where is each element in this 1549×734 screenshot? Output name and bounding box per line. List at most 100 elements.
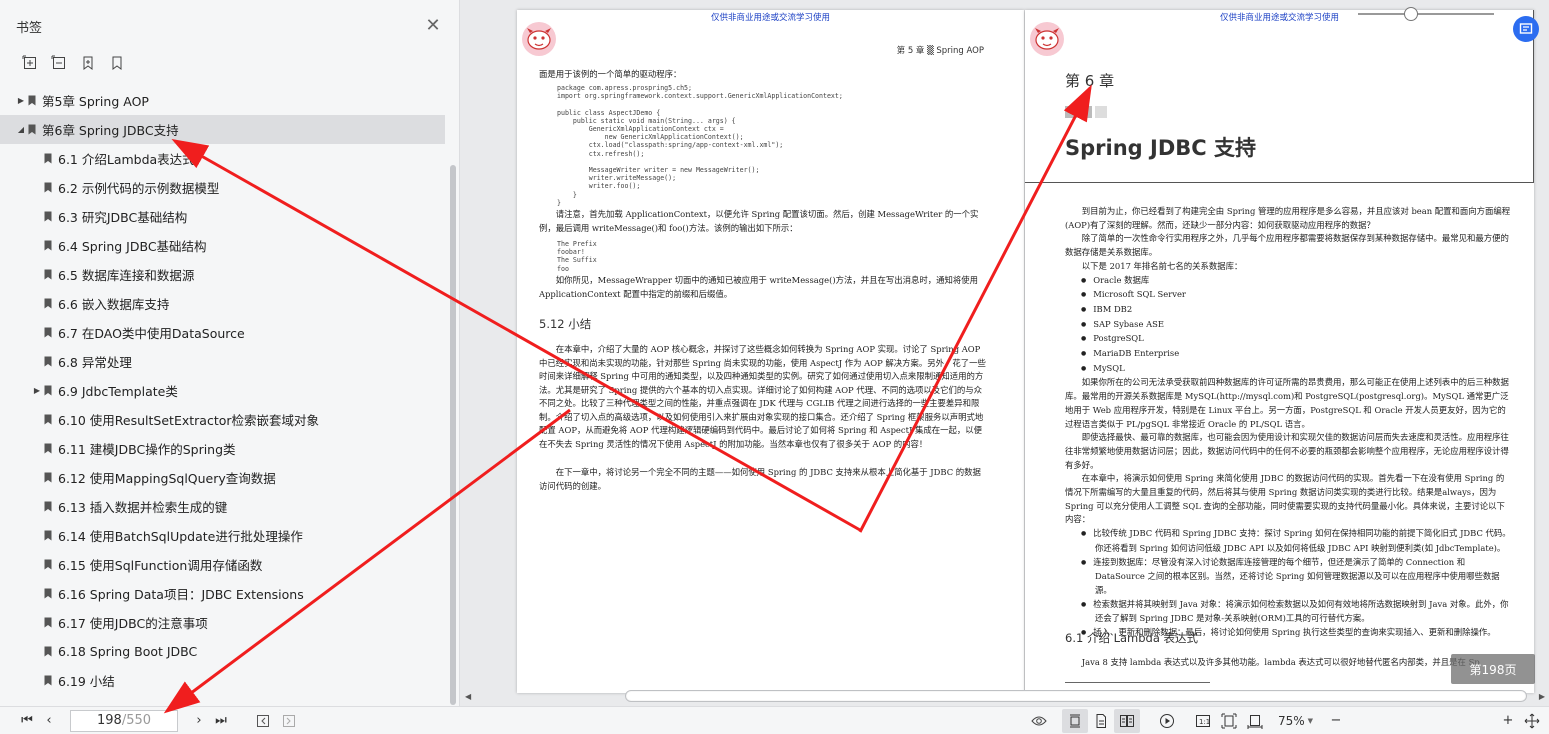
bookmark-label: 6.6 嵌入数据库支持 [58,297,170,312]
bookmark-icon [44,472,52,483]
bookmark-item[interactable]: ▶6.18 Spring Boot JDBC [0,637,447,666]
play-icon[interactable] [1154,709,1180,733]
publisher-logo-icon [1030,22,1064,56]
bookmark-item[interactable]: ▶6.10 使用ResultSetExtractor检索嵌套域对象 [0,405,447,434]
eye-icon[interactable] [1026,709,1052,733]
prev-page-icon[interactable]: ‹ [38,710,60,732]
scroll-right-icon[interactable]: ▶ [1539,692,1545,701]
section-heading: 5.12 小结 [539,317,592,331]
list-item: IBM DB2 [1081,303,1512,318]
running-header: 第 5 章 ▒ Spring AOP [896,46,984,56]
publisher-logo-icon [522,22,556,56]
collapse-all-icon[interactable] [51,55,67,71]
bookmark-item[interactable]: ▶6.12 使用MappingSqlQuery查询数据 [0,463,447,492]
bookmark-icon [44,588,52,599]
bookmark-item[interactable]: ▶6.6 嵌入数据库支持 [0,289,447,318]
bookmark-icon [44,559,52,570]
list-item: MySQL [1081,362,1512,377]
page-indicator-badge: 第198页 [1451,654,1535,684]
horizontal-scrollbar[interactable] [625,690,1527,702]
bookmark-icon [44,385,52,396]
expanded-triangle-icon[interactable]: ◢ [16,125,26,134]
reader-mode-icon[interactable] [1513,16,1539,42]
topic-list: 比较传统 JDBC 代码和 Spring JDBC 支持：探讨 Spring 如… [1065,527,1512,641]
bookmark-item[interactable]: ▶6.7 在DAO类中使用DataSource [0,318,447,347]
bookmark-label: 6.3 研究JDBC基础结构 [58,210,188,225]
bookmark-item[interactable]: ▶6.3 研究JDBC基础结构 [0,202,447,231]
output-listing: The Prefix foobar! The Suffix foo [557,240,597,273]
bookmark-item[interactable]: ▶6.15 使用SqlFunction调用存储函数 [0,550,447,579]
double-page-icon[interactable] [1113,708,1140,733]
document-view: 仅供非商业用途或交流学习使用 第 5 章 ▒ Spring AOP 面是用于该例… [461,0,1549,706]
bookmark-item[interactable]: ▶6.2 示例代码的示例数据模型 [0,173,447,202]
bookmark-label: 6.9 JdbcTemplate类 [58,384,178,399]
chapter-decoration [1065,106,1107,118]
chapter-rule [1025,182,1534,183]
last-page-icon[interactable]: ⏭ [210,710,232,732]
fullscreen-icon[interactable] [1519,709,1545,733]
bookmark-item[interactable]: ▶6.11 建模JDBC操作的Spring类 [0,434,447,463]
sidebar-header: 书签 ✕ [0,0,459,52]
paragraph: 如你所见，MessageWrapper 切面中的通知已被应用于 writeMes… [539,275,978,299]
bookmark-icon [28,95,36,106]
bookmark-item[interactable]: ▶6.13 插入数据并检索生成的键 [0,492,447,521]
bookmark-label: 6.19 小结 [58,674,115,689]
bookmark-label: 6.11 建模JDBC操作的Spring类 [58,442,236,457]
bookmark-label: 6.8 异常处理 [58,355,132,370]
bookmark-icon[interactable] [109,55,125,71]
bookmark-icon [44,211,52,222]
bookmark-label: 6.13 插入数据并检索生成的键 [58,500,228,515]
bookmark-item[interactable]: ◢ 第6章 Spring JDBC支持 [0,115,445,144]
chapter-body: 到目前为止，你已经看到了构建完全由 Spring 管理的应用程序是多么容易，并且… [1065,205,1512,641]
single-page-icon[interactable] [1061,708,1088,733]
sidebar-scrollbar[interactable] [450,165,456,705]
actual-size-icon[interactable]: 1:1 [1190,709,1216,733]
page-197: 仅供非商业用途或交流学习使用 第 5 章 ▒ Spring AOP 面是用于该例… [517,10,1024,693]
page-198: 仅供非商业用途或交流学习使用 第 6 章 Spring JDBC 支持 到目前为… [1025,10,1534,693]
section-heading: 6.1 介绍 Lambda 表达式 [1065,631,1199,645]
zoom-out-button[interactable]: − [1325,710,1347,732]
bookmark-item[interactable]: ▶6.4 Spring JDBC基础结构 [0,231,447,260]
zoom-slider-knob[interactable] [1404,7,1419,21]
bookmark-item[interactable]: ▶6.16 Spring Data项目：JDBC Extensions [0,579,447,608]
zoom-dropdown[interactable]: 75% ▼ [1278,714,1313,728]
bookmark-label: 第5章 Spring AOP [42,94,149,109]
back-icon[interactable] [250,709,276,733]
expand-all-icon[interactable] [22,55,38,71]
zoom-slider-track[interactable] [1358,13,1494,15]
collapsed-triangle-icon[interactable]: ▶ [16,96,26,105]
paragraph: 在下一章中，将讨论另一个完全不同的主题——如何使用 Spring 的 JDBC … [539,467,981,491]
bookmark-item[interactable]: ▶6.5 数据库连接和数据源 [0,260,447,289]
bookmark-item[interactable]: ▶ 第5章 Spring AOP [0,86,447,115]
bookmark-item[interactable]: ▶6.14 使用BatchSqlUpdate进行批处理操作 [0,521,447,550]
bookmark-label: 6.10 使用ResultSetExtractor检索嵌套域对象 [58,413,320,428]
continuous-page-icon[interactable] [1088,709,1114,733]
intro-text: 面是用于该例的一个简单的驱动程序： [539,69,682,79]
bookmark-sidebar: 书签 ✕ ▶第5章 Spring AOP◢第6章 Spring JDBC支持▶6… [0,0,460,706]
first-page-icon[interactable]: ⏮ [16,710,38,732]
chevron-down-icon: ▼ [1307,716,1313,725]
collapsed-triangle-icon[interactable]: ▶ [32,386,42,395]
bookmark-icon [44,501,52,512]
bookmark-item[interactable]: ▶6.8 异常处理 [0,347,447,376]
zoom-in-button[interactable]: + [1497,710,1519,732]
fit-width-icon[interactable] [1242,709,1268,733]
bookmark-item[interactable]: ▶6.17 使用JDBC的注意事项 [0,608,447,637]
forward-icon[interactable] [276,709,302,733]
add-bookmark-icon[interactable] [80,55,96,71]
scroll-thumb[interactable] [627,692,1525,700]
bookmark-item[interactable]: ▶6.19 小结 [0,666,447,695]
list-item: 比较传统 JDBC 代码和 Spring JDBC 支持：探讨 Spring 如… [1081,527,1512,555]
bookmark-item[interactable]: ▶6.1 介绍Lambda表达式 [0,144,447,173]
page-number-input[interactable]: 198/550 [70,709,178,732]
chapter-title: Spring JDBC 支持 [1065,136,1256,160]
bookmark-icon [44,298,52,309]
close-icon[interactable]: ✕ [423,16,443,36]
bookmark-icon [44,414,52,425]
bookmark-item[interactable]: ▶ 6.9 JdbcTemplate类 [0,376,447,405]
next-page-icon[interactable]: › [188,710,210,732]
list-item: 连接到数据库：尽管没有深入讨论数据库连接管理的每个细节，但还是演示了简单的 Co… [1081,556,1512,598]
fit-page-icon[interactable] [1216,709,1242,733]
bookmark-label: 6.16 Spring Data项目：JDBC Extensions [58,587,304,602]
scroll-left-icon[interactable]: ◀ [465,692,471,701]
